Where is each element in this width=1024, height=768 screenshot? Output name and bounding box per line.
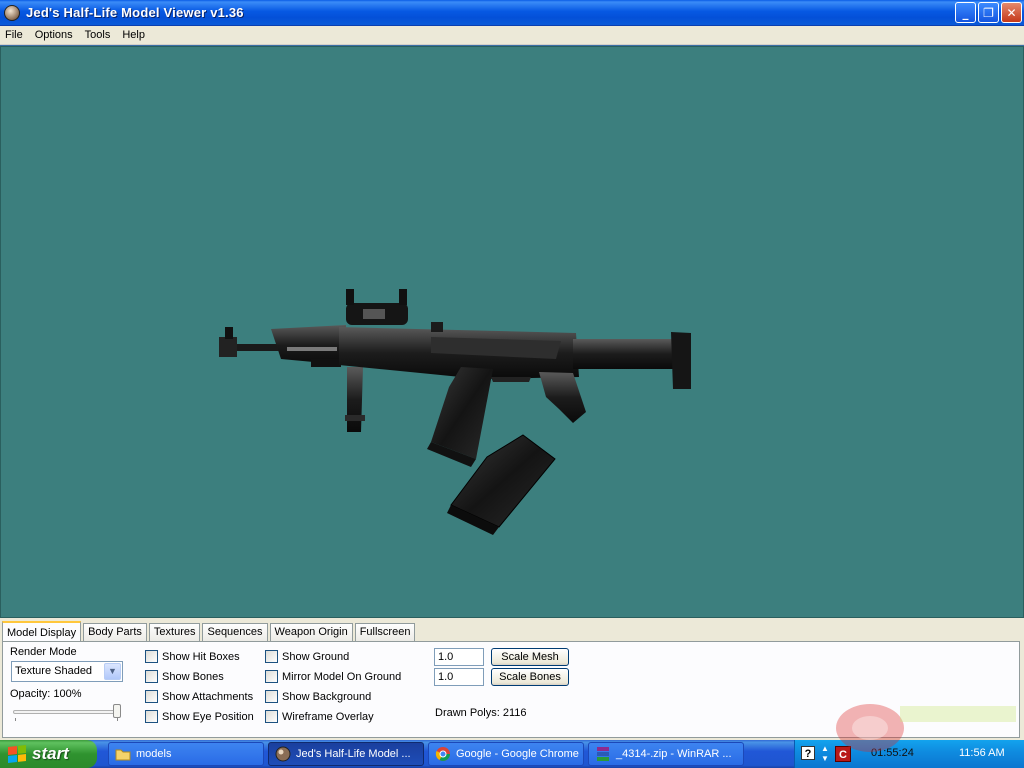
- menu-file[interactable]: File: [0, 26, 29, 45]
- taskbar: start models Jed's Half-Life Model ... G…: [0, 740, 1024, 768]
- maximize-button[interactable]: ❐: [978, 2, 999, 23]
- task-label: Jed's Half-Life Model ...: [296, 748, 411, 760]
- show-background-checkbox[interactable]: Show Background: [265, 690, 371, 703]
- chrome-icon: [435, 747, 450, 761]
- opacity-slider-thumb[interactable]: [113, 704, 121, 718]
- checkbox-label: Show Bones: [162, 670, 224, 683]
- task-label: Google - Google Chrome: [456, 748, 579, 760]
- tab-fullscreen[interactable]: Fullscreen: [354, 623, 416, 641]
- c-app-icon[interactable]: C: [835, 746, 851, 762]
- window-title: Jed's Half-Life Model Viewer v1.36: [26, 5, 244, 20]
- checkbox-box[interactable]: [265, 650, 278, 663]
- drawn-polys-label: Drawn Polys: 2116: [435, 707, 527, 719]
- checkbox-box[interactable]: [145, 710, 158, 723]
- tab-sequences[interactable]: Sequences: [202, 623, 268, 641]
- checkbox-box[interactable]: [145, 670, 158, 683]
- control-panel: Model Display Body Parts Textures Sequen…: [0, 618, 1024, 740]
- checkbox-label: Wireframe Overlay: [282, 710, 374, 723]
- scale-mesh-input[interactable]: 1.0: [434, 648, 484, 666]
- opacity-label: Opacity: 100%: [10, 688, 82, 700]
- opacity-slider[interactable]: [13, 710, 119, 714]
- checkbox-box[interactable]: [145, 650, 158, 663]
- checkbox-label: Show Background: [282, 690, 372, 703]
- tray-clock[interactable]: 11:56 AM: [959, 747, 1005, 759]
- start-button[interactable]: start: [0, 740, 97, 768]
- model-display-page: Render Mode Texture Shaded ▼ Opacity: 10…: [2, 641, 1020, 738]
- task-winrar[interactable]: _4314-.zip - WinRAR ...: [588, 742, 744, 766]
- tab-body-parts[interactable]: Body Parts: [83, 623, 147, 641]
- checkbox-label: Mirror Model On Ground: [282, 670, 402, 683]
- render-mode-label: Render Mode: [10, 646, 77, 658]
- scale-bones-input[interactable]: 1.0: [434, 668, 484, 686]
- checkbox-label: Show Eye Position: [162, 710, 254, 723]
- app-icon[interactable]: [4, 4, 20, 21]
- tab-strip: Model Display Body Parts Textures Sequen…: [2, 621, 417, 642]
- task-label: _4314-.zip - WinRAR ...: [616, 748, 732, 760]
- windows-logo-icon: [8, 745, 26, 763]
- render-mode-value: Texture Shaded: [15, 665, 93, 677]
- folder-icon: [115, 749, 131, 761]
- tab-textures[interactable]: Textures: [148, 623, 201, 641]
- checkbox-box[interactable]: [145, 690, 158, 703]
- winrar-icon: [597, 747, 609, 761]
- system-tray: ? ▲ ▼ C 01:55:24 11:56 AM: [794, 740, 1024, 768]
- checkbox-label: Show Hit Boxes: [162, 650, 240, 663]
- close-icon: ✕: [1006, 5, 1017, 20]
- show-bones-checkbox[interactable]: Show Bones: [145, 670, 224, 683]
- title-bar[interactable]: Jed's Half-Life Model Viewer v1.36 _ ❐ ✕: [0, 0, 1024, 26]
- restore-icon: ❐: [983, 5, 994, 20]
- tray-arrows-icon[interactable]: ▲ ▼: [821, 744, 831, 764]
- show-ground-checkbox[interactable]: Show Ground: [265, 650, 349, 663]
- wireframe-overlay-checkbox[interactable]: Wireframe Overlay: [265, 710, 374, 723]
- render-mode-select[interactable]: Texture Shaded ▼: [11, 661, 123, 682]
- tab-model-display[interactable]: Model Display: [2, 621, 82, 642]
- menu-tools[interactable]: Tools: [79, 26, 117, 45]
- close-button[interactable]: ✕: [1001, 2, 1022, 23]
- weapon-model: [219, 289, 691, 535]
- task-label: models: [136, 748, 172, 760]
- checkbox-box[interactable]: [265, 710, 278, 723]
- hlmv-icon: [275, 746, 291, 762]
- show-eye-position-checkbox[interactable]: Show Eye Position: [145, 710, 254, 723]
- help-icon[interactable]: ?: [801, 746, 815, 760]
- checkbox-box[interactable]: [265, 690, 278, 703]
- menu-options[interactable]: Options: [29, 26, 79, 45]
- start-label: start: [32, 744, 69, 763]
- minimize-icon: _: [962, 5, 969, 20]
- tray-timer: 01:55:24: [871, 747, 914, 759]
- model-viewport[interactable]: [0, 46, 1024, 618]
- menu-help[interactable]: Help: [116, 26, 151, 45]
- tab-weapon-origin[interactable]: Weapon Origin: [269, 623, 353, 641]
- show-hit-boxes-checkbox[interactable]: Show Hit Boxes: [145, 650, 240, 663]
- task-models[interactable]: models: [108, 742, 264, 766]
- chevron-down-icon[interactable]: ▼: [104, 663, 121, 680]
- checkbox-label: Show Ground: [282, 650, 350, 663]
- minimize-button[interactable]: _: [955, 2, 976, 23]
- task-chrome[interactable]: Google - Google Chrome: [428, 742, 584, 766]
- slider-tick: [15, 718, 16, 721]
- menu-bar: File Options Tools Help: [0, 26, 1024, 45]
- slider-tick: [117, 718, 118, 721]
- show-attachments-checkbox[interactable]: Show Attachments: [145, 690, 253, 703]
- scale-mesh-button[interactable]: Scale Mesh: [491, 648, 569, 666]
- checkbox-box[interactable]: [265, 670, 278, 683]
- task-hlmv[interactable]: Jed's Half-Life Model ...: [268, 742, 424, 766]
- mirror-model-checkbox[interactable]: Mirror Model On Ground: [265, 670, 401, 683]
- scale-bones-button[interactable]: Scale Bones: [491, 668, 569, 686]
- checkbox-label: Show Attachments: [162, 690, 254, 703]
